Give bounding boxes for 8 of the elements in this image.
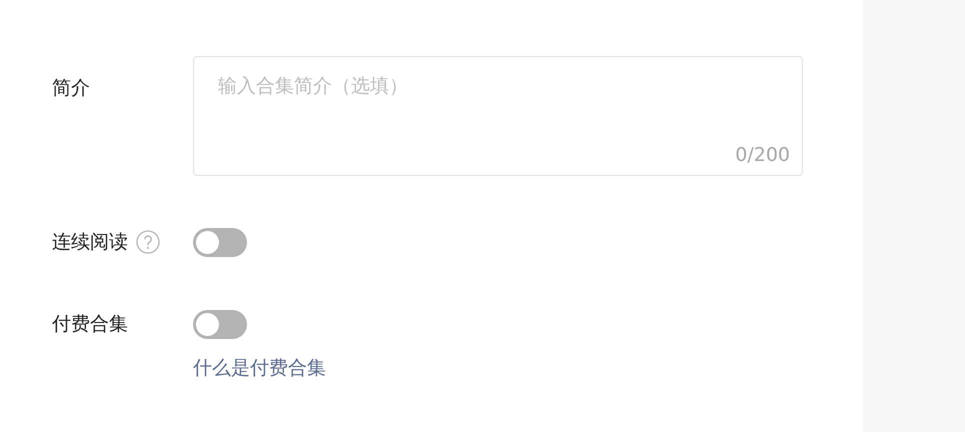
char-counter: 0/200 xyxy=(735,144,790,166)
help-link[interactable]: 什么是付费合集 xyxy=(193,356,326,380)
field-label: 付费合集 xyxy=(52,312,128,336)
help-icon[interactable] xyxy=(136,230,160,254)
field-label: 连续阅读 xyxy=(52,230,128,254)
field-label: 简介 xyxy=(52,76,91,101)
toggle-switch[interactable] xyxy=(193,228,247,257)
toggle-switch[interactable] xyxy=(193,310,247,339)
